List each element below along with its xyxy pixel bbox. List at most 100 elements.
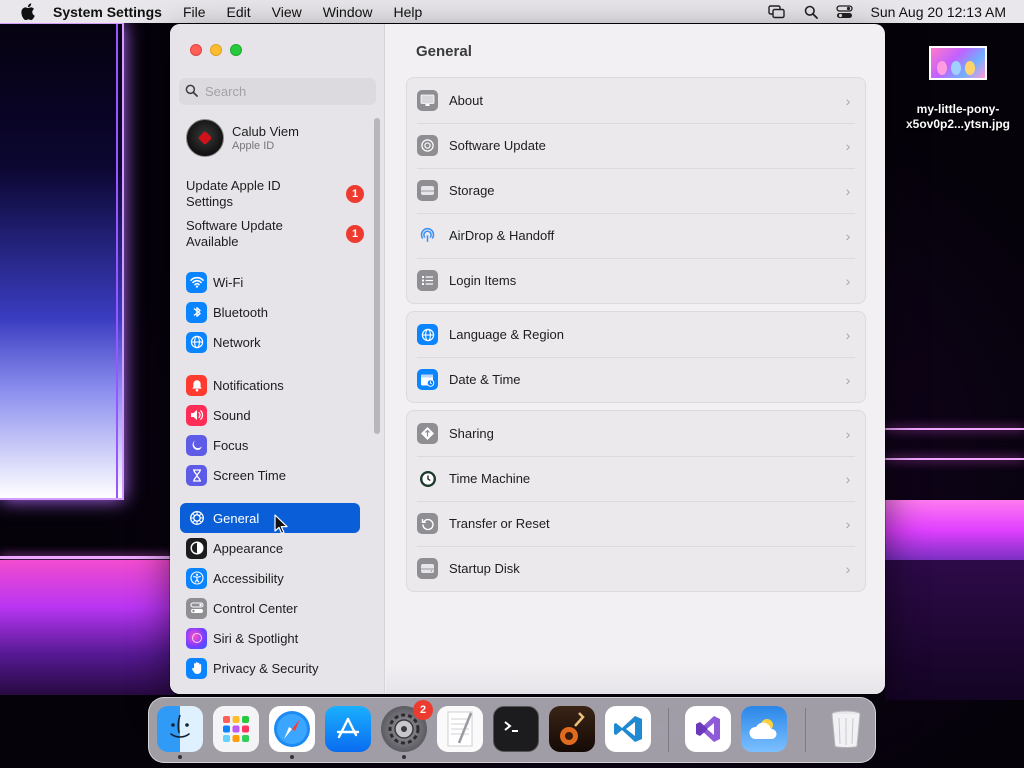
row-label: Sharing bbox=[449, 426, 494, 441]
sidebar-item-network[interactable]: Network bbox=[180, 327, 360, 357]
row-transfer-reset[interactable]: Transfer or Reset › bbox=[407, 501, 865, 546]
system-settings-icon[interactable]: 2 bbox=[381, 700, 433, 759]
file-name-line1: my-little-pony- bbox=[916, 102, 1000, 116]
settings-group: Language & Region › Date & Time › bbox=[406, 311, 866, 403]
sidebar-item-sound[interactable]: Sound bbox=[180, 400, 360, 430]
row-date-time[interactable]: Date & Time › bbox=[407, 357, 865, 402]
sidebar-item-wifi[interactable]: Wi-Fi bbox=[180, 267, 360, 297]
sidebar-scrollbar[interactable] bbox=[374, 118, 380, 434]
sidebar-item-screen-time[interactable]: Screen Time bbox=[180, 460, 360, 490]
row-software-update[interactable]: Software Update › bbox=[407, 123, 865, 168]
row-label: About bbox=[449, 93, 483, 108]
menu-edit[interactable]: Edit bbox=[227, 4, 251, 20]
mac-icon bbox=[417, 90, 438, 111]
row-label: Login Items bbox=[449, 273, 517, 288]
sidebar-item-privacy-security[interactable]: Privacy & Security bbox=[180, 653, 360, 683]
chevron-right-icon: › bbox=[845, 515, 851, 532]
dock-badge: 2 bbox=[413, 700, 433, 720]
row-storage[interactable]: Storage › bbox=[407, 168, 865, 213]
sidebar-item-bluetooth[interactable]: Bluetooth bbox=[180, 297, 360, 327]
list-icon bbox=[417, 270, 438, 291]
row-login-items[interactable]: Login Items › bbox=[407, 258, 865, 303]
running-indicator bbox=[290, 755, 294, 759]
desktop-file[interactable]: my-little-pony- x5ov0p2...ytsn.jpg bbox=[896, 46, 1020, 132]
row-label: Transfer or Reset bbox=[449, 516, 550, 531]
garageband-icon[interactable] bbox=[549, 706, 595, 752]
chevron-right-icon: › bbox=[845, 560, 851, 577]
menu-file[interactable]: File bbox=[183, 4, 206, 20]
finder-icon[interactable] bbox=[157, 706, 203, 759]
minimize-button[interactable] bbox=[210, 44, 222, 56]
sidebar-item-notifications[interactable]: Notifications bbox=[180, 370, 360, 400]
system-settings-window: Calub Viem Apple ID Update Apple ID Sett… bbox=[170, 24, 885, 694]
sidebar-item-label: Focus bbox=[213, 437, 249, 453]
chevron-right-icon: › bbox=[845, 227, 851, 244]
wallpaper-glow bbox=[885, 560, 1024, 700]
terminal-icon[interactable] bbox=[493, 706, 539, 752]
sidebar-item-accessibility[interactable]: Accessibility bbox=[180, 563, 360, 593]
row-language-region[interactable]: Language & Region › bbox=[407, 312, 865, 357]
menu-view[interactable]: View bbox=[272, 4, 302, 20]
mouse-cursor-icon bbox=[274, 514, 288, 534]
notice-update-apple-id[interactable]: Update Apple ID Settings 1 bbox=[186, 178, 364, 210]
notice-software-update[interactable]: Software Update Available 1 bbox=[186, 218, 364, 250]
file-name-line2: x5ov0p2...ytsn.jpg bbox=[905, 117, 1011, 131]
sidebar-item-focus[interactable]: Focus bbox=[180, 430, 360, 460]
row-startup-disk[interactable]: Startup Disk › bbox=[407, 546, 865, 591]
chevron-right-icon: › bbox=[845, 470, 851, 487]
visual-studio-icon[interactable] bbox=[685, 706, 731, 752]
menu-bar-clock[interactable]: Sun Aug 20 12:13 AM bbox=[871, 4, 1006, 20]
sidebar-item-control-center[interactable]: Control Center bbox=[180, 593, 360, 623]
app-store-icon[interactable] bbox=[325, 706, 371, 752]
calendar-clock-icon bbox=[417, 369, 438, 390]
chevron-right-icon: › bbox=[845, 92, 851, 109]
dock-separator bbox=[668, 708, 669, 752]
safari-icon[interactable] bbox=[269, 706, 315, 759]
row-time-machine[interactable]: Time Machine › bbox=[407, 456, 865, 501]
sidebar-item-siri-spotlight[interactable]: Siri & Spotlight bbox=[180, 623, 360, 653]
sidebar-item-general[interactable]: General bbox=[180, 503, 360, 533]
zoom-button[interactable] bbox=[230, 44, 242, 56]
chevron-right-icon: › bbox=[845, 425, 851, 442]
running-indicator bbox=[178, 755, 182, 759]
row-sharing[interactable]: Sharing › bbox=[407, 411, 865, 456]
apple-menu-icon[interactable] bbox=[18, 3, 36, 21]
menu-help[interactable]: Help bbox=[394, 4, 423, 20]
wallpaper-glow bbox=[885, 500, 1024, 560]
screen-mirroring-icon[interactable] bbox=[767, 4, 787, 20]
row-label: Time Machine bbox=[449, 471, 531, 486]
bell-icon bbox=[186, 374, 207, 396]
time-machine-icon bbox=[417, 468, 438, 489]
weather-icon[interactable] bbox=[741, 706, 787, 752]
row-about[interactable]: About › bbox=[407, 78, 865, 123]
window-controls bbox=[190, 44, 242, 56]
menu-window[interactable]: Window bbox=[323, 4, 373, 20]
gear-badge-icon bbox=[417, 135, 438, 156]
dock: 2 bbox=[148, 697, 876, 763]
drive-icon bbox=[417, 180, 438, 201]
settings-group: Sharing › Time Machine › Transfer or Res… bbox=[406, 410, 866, 592]
row-airdrop-handoff[interactable]: AirDrop & Handoff › bbox=[407, 213, 865, 258]
account-subtitle: Apple ID bbox=[232, 140, 275, 152]
sidebar-item-label: Appearance bbox=[213, 540, 284, 556]
notice-label: Software Update Available bbox=[186, 218, 283, 249]
apple-id-account[interactable]: Calub Viem Apple ID bbox=[186, 119, 299, 157]
disk-icon bbox=[417, 558, 438, 579]
gear-icon bbox=[186, 508, 207, 529]
launchpad-icon[interactable] bbox=[213, 706, 259, 752]
textedit-icon[interactable] bbox=[437, 706, 483, 752]
sidebar-item-appearance[interactable]: Appearance bbox=[180, 533, 360, 563]
notification-badge: 1 bbox=[346, 185, 364, 203]
sidebar-search[interactable] bbox=[179, 78, 376, 105]
desktop-file-label: my-little-pony- x5ov0p2...ytsn.jpg bbox=[896, 102, 1020, 132]
spotlight-search-icon[interactable] bbox=[801, 4, 821, 20]
chevron-right-icon: › bbox=[845, 326, 851, 343]
app-name-menu[interactable]: System Settings bbox=[53, 4, 162, 20]
trash-icon[interactable] bbox=[823, 706, 869, 752]
close-button[interactable] bbox=[190, 44, 202, 56]
search-input[interactable] bbox=[205, 84, 365, 99]
vscode-icon[interactable] bbox=[605, 706, 651, 752]
control-center-icon[interactable] bbox=[835, 4, 855, 20]
notice-label: Update Apple ID Settings bbox=[186, 178, 281, 209]
sidebar-item-label: Sound bbox=[213, 407, 251, 423]
